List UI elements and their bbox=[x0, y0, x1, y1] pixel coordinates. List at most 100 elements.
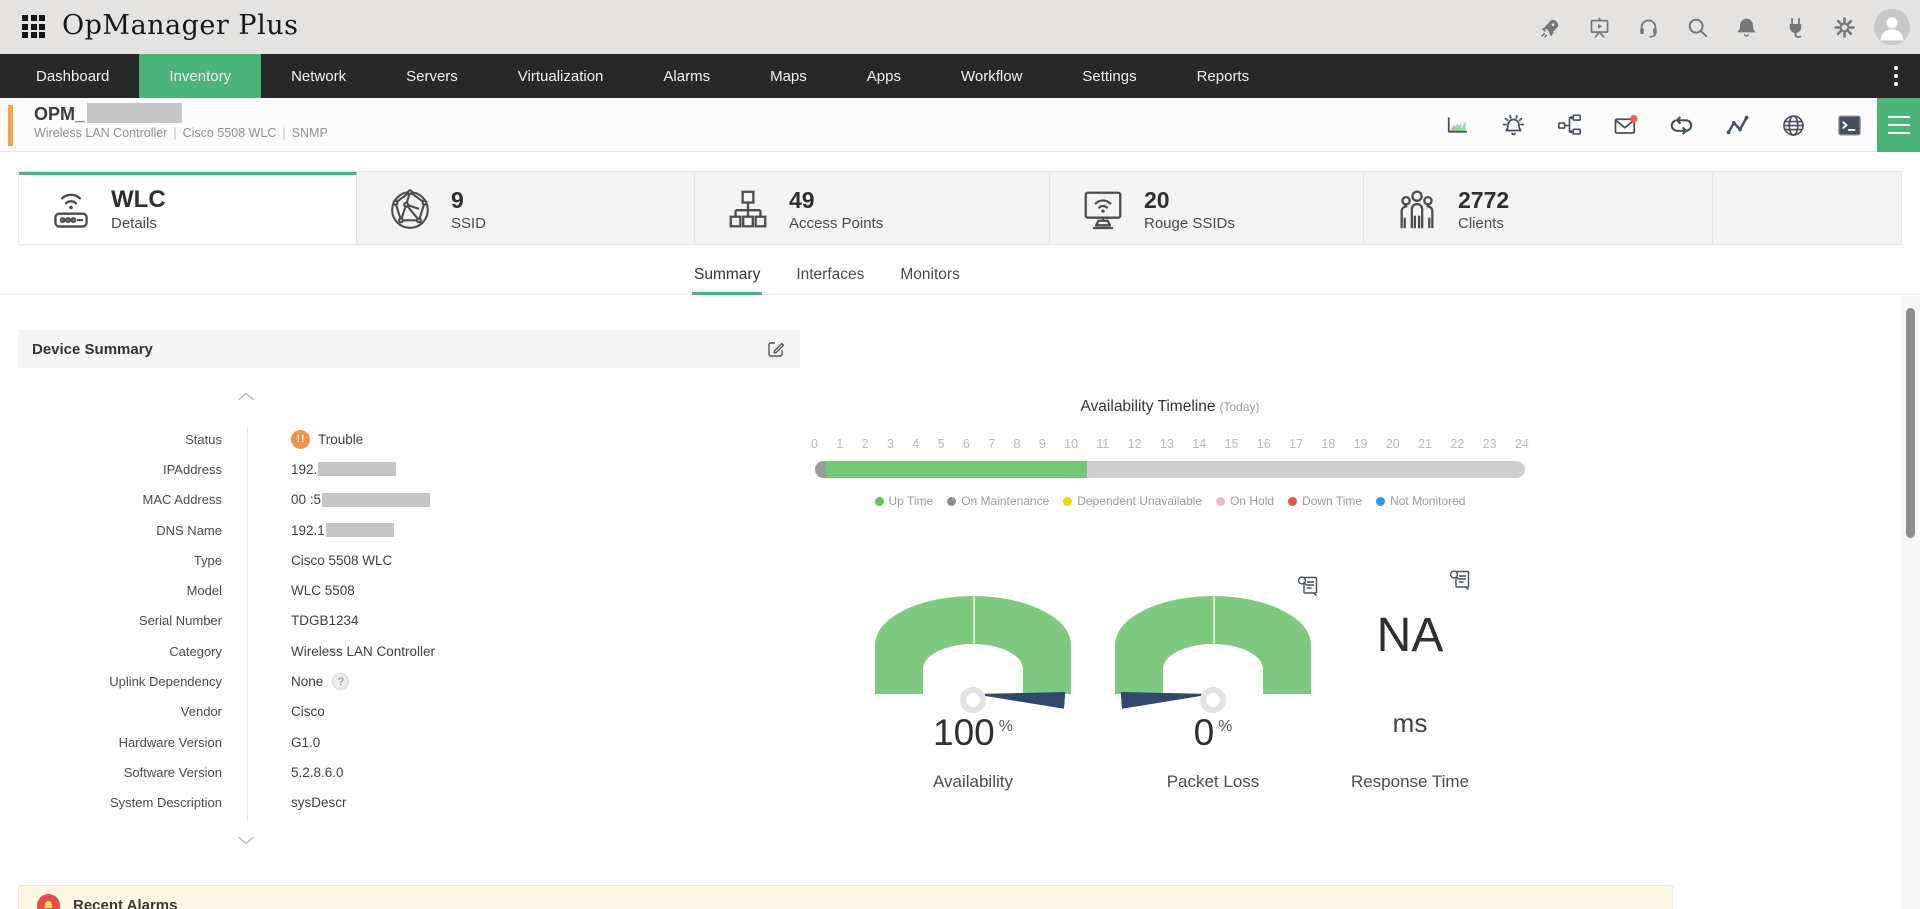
scroll-down-chevron-icon[interactable] bbox=[237, 836, 255, 845]
scrollbar-thumb[interactable] bbox=[1906, 308, 1915, 538]
field-row-serial: Serial Number TDGB1234 bbox=[18, 606, 800, 636]
response-time-unit: ms bbox=[1310, 708, 1510, 739]
edit-icon[interactable] bbox=[766, 339, 786, 359]
link-loop-icon[interactable] bbox=[1669, 113, 1694, 138]
timeline-tick: 6 bbox=[963, 437, 970, 451]
line-chart-icon[interactable] bbox=[1725, 113, 1750, 138]
nav-item[interactable]: Dashboard bbox=[6, 54, 139, 98]
legend-dot bbox=[1288, 497, 1297, 506]
availability-value: 100% bbox=[875, 712, 1071, 754]
rogue-ssid-monitor-icon bbox=[1080, 187, 1126, 233]
nav-item[interactable]: Network bbox=[261, 54, 376, 98]
hamburger-menu-button[interactable] bbox=[1877, 98, 1920, 152]
headset-icon[interactable] bbox=[1637, 16, 1660, 39]
availability-gauge bbox=[875, 596, 1071, 694]
availability-unit: % bbox=[999, 718, 1013, 735]
rocket-icon[interactable] bbox=[1539, 16, 1562, 39]
field-row-vendor: Vendor Cisco bbox=[18, 697, 800, 727]
legend-item: Dependent Unavailable bbox=[1063, 494, 1202, 508]
timeline-segment-unknown bbox=[815, 461, 826, 478]
card-value: 20 bbox=[1144, 187, 1235, 213]
nav-item[interactable]: Alarms bbox=[633, 54, 740, 98]
card-strip-filler bbox=[1713, 172, 1901, 244]
gear-icon[interactable] bbox=[1833, 16, 1856, 39]
globe-icon[interactable] bbox=[1781, 113, 1806, 138]
packet-loss-unit: % bbox=[1218, 718, 1232, 735]
subtab[interactable]: Summary bbox=[692, 257, 762, 295]
availability-label: Availability bbox=[875, 772, 1071, 792]
field-row-model: Model WLC 5508 bbox=[18, 575, 800, 605]
timeline-tick: 15 bbox=[1225, 437, 1239, 451]
timeline-tick: 11 bbox=[1096, 437, 1109, 451]
availability-timeline-bar[interactable] bbox=[815, 461, 1525, 478]
nav-item[interactable]: Inventory bbox=[139, 54, 261, 98]
fields-divider bbox=[247, 428, 248, 820]
timeline-tick: 12 bbox=[1128, 437, 1142, 451]
nav-item[interactable]: Maps bbox=[740, 54, 837, 98]
legend-dot bbox=[1063, 497, 1072, 506]
card-label: SSID bbox=[451, 215, 486, 232]
response-time-label: Response Time bbox=[1310, 772, 1510, 792]
alarm-siren-icon[interactable] bbox=[1501, 113, 1526, 138]
tab-card-access-points[interactable]: 49 Access Points bbox=[695, 172, 1050, 244]
card-label: Clients bbox=[1458, 215, 1509, 232]
help-icon[interactable]: ? bbox=[332, 673, 349, 690]
ssid-globe-icon bbox=[387, 187, 433, 233]
wlc-icon bbox=[49, 185, 93, 235]
user-avatar[interactable] bbox=[1874, 9, 1910, 45]
device-tab-cards: WLC Details 9 SSID bbox=[18, 171, 1902, 245]
scroll-up-chevron-icon[interactable] bbox=[237, 392, 255, 401]
redacted-dns bbox=[326, 523, 394, 537]
legend-dot bbox=[1376, 497, 1385, 506]
field-row-status: Status !! Trouble bbox=[18, 424, 800, 454]
nav-item[interactable]: Workflow bbox=[931, 54, 1052, 98]
timeline-tick: 8 bbox=[1014, 437, 1021, 451]
area-chart-icon[interactable] bbox=[1445, 113, 1470, 138]
tab-card-wlc-details[interactable]: WLC Details bbox=[19, 172, 357, 244]
tab-card-rouge-ssids[interactable]: 20 Rouge SSIDs bbox=[1050, 172, 1364, 244]
nav-item[interactable]: Servers bbox=[376, 54, 488, 98]
tab-card-ssid[interactable]: 9 SSID bbox=[357, 172, 695, 244]
bell-icon[interactable] bbox=[1735, 16, 1758, 39]
timeline-tick: 5 bbox=[938, 437, 945, 451]
redacted-device-name bbox=[87, 103, 182, 123]
nav-item[interactable]: Apps bbox=[837, 54, 931, 98]
timeline-tick: 13 bbox=[1160, 437, 1174, 451]
nav-item[interactable]: Virtualization bbox=[488, 54, 634, 98]
card-value: 2772 bbox=[1458, 187, 1509, 213]
recent-alarms-title: Recent Alarms bbox=[73, 897, 178, 909]
device-summary-fields: Status !! Trouble IPAddress 192. MAC Add… bbox=[18, 424, 800, 818]
timeline-segment-uptime bbox=[826, 461, 1087, 478]
subtab[interactable]: Monitors bbox=[898, 257, 961, 295]
apps-grid-icon[interactable] bbox=[22, 15, 46, 39]
subtab[interactable]: Interfaces bbox=[794, 257, 866, 295]
timeline-tick: 0 bbox=[811, 437, 818, 451]
nav-item[interactable]: Settings bbox=[1052, 54, 1166, 98]
nav-overflow-menu-icon[interactable] bbox=[1886, 54, 1906, 98]
device-protocol: SNMP bbox=[292, 126, 328, 140]
topology-workflow-icon[interactable] bbox=[1557, 113, 1582, 138]
mail-icon[interactable] bbox=[1613, 113, 1638, 138]
timeline-tick: 1 bbox=[836, 437, 843, 451]
legend-item: Down Time bbox=[1288, 494, 1362, 508]
timeline-tick: 19 bbox=[1354, 437, 1368, 451]
top-bar: OpManager Plus bbox=[0, 0, 1920, 54]
clients-icon bbox=[1394, 187, 1440, 233]
access-points-icon bbox=[725, 187, 771, 233]
plug-icon[interactable] bbox=[1784, 16, 1807, 39]
search-icon[interactable] bbox=[1686, 16, 1709, 39]
recent-alarms-panel: Recent Alarms bbox=[18, 885, 1673, 909]
scrollbar-track[interactable] bbox=[1902, 296, 1920, 909]
response-time-report-icon[interactable] bbox=[1448, 568, 1472, 592]
nav-item[interactable]: Reports bbox=[1167, 54, 1280, 98]
packet-loss-label: Packet Loss bbox=[1115, 772, 1311, 792]
timeline-tick: 14 bbox=[1192, 437, 1206, 451]
gauge-hub bbox=[1200, 687, 1226, 713]
tab-card-clients[interactable]: 2772 Clients bbox=[1364, 172, 1713, 244]
packet-loss-report-icon[interactable] bbox=[1296, 574, 1320, 598]
timeline-tick: 17 bbox=[1289, 437, 1303, 451]
presentation-icon[interactable] bbox=[1588, 16, 1611, 39]
field-row-ipaddress: IPAddress 192. bbox=[18, 454, 800, 484]
card-value: 49 bbox=[789, 187, 883, 213]
terminal-icon[interactable] bbox=[1837, 113, 1862, 138]
